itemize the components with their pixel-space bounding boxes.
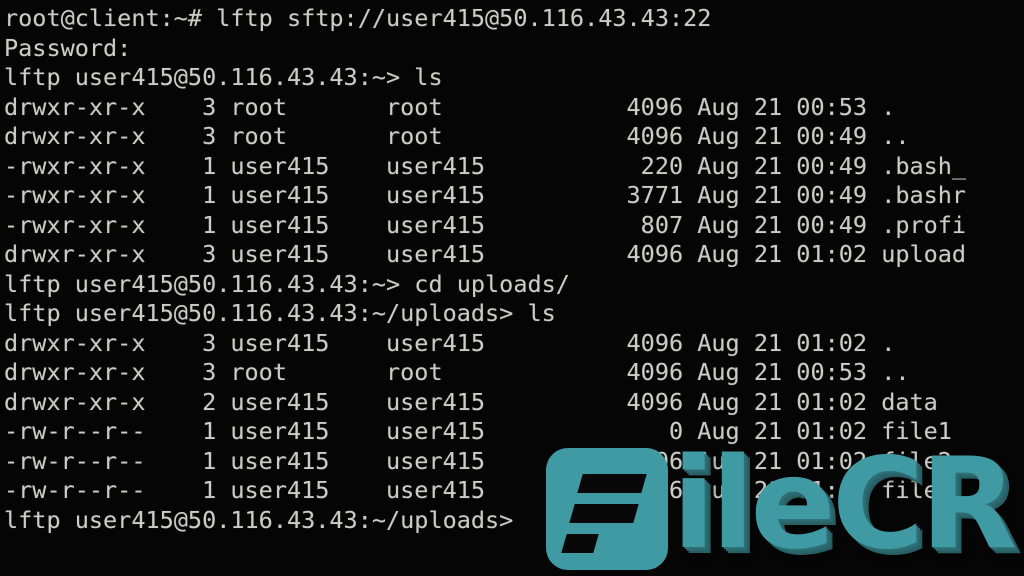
terminal-line: drwxr-xr-x 3 user415 user415 4096 Aug 21… — [4, 328, 896, 357]
terminal-line: -rw-r--r-- 1 user415 user415 4096 Aug 21… — [4, 476, 952, 504]
terminal-line: drwxr-xr-x 3 user415 user415 4096 Aug 21… — [4, 240, 967, 268]
terminal-window[interactable]: root@client:~# lftp sftp://user415@50.11… — [0, 0, 1024, 576]
terminal-line: -rwxr-xr-x 1 user415 user415 807 Aug 21 … — [4, 210, 967, 239]
terminal-prompt-line[interactable]: lftp user415@50.116.43.43:~/uploads> — [4, 506, 1024, 536]
terminal-line: -rw-r--r-- 1 user415 user415 4096 Aug 21… — [4, 446, 952, 475]
terminal-line: -rwxr-xr-x 1 user415 user415 3771 Aug 21… — [4, 181, 967, 209]
terminal-line: -rwxr-xr-x 1 user415 user415 220 Aug 21 … — [4, 151, 967, 180]
terminal-line: drwxr-xr-x 3 root root 4096 Aug 21 00:49… — [4, 122, 910, 150]
terminal-line: drwxr-xr-x 3 root root 4096 Aug 21 00:53… — [4, 92, 896, 121]
terminal-output[interactable]: root@client:~# lftp sftp://user415@50.11… — [0, 0, 1024, 576]
terminal-line: lftp user415@50.116.43.43:~> ls — [4, 63, 443, 91]
terminal-line: drwxr-xr-x 2 user415 user415 4096 Aug 21… — [4, 387, 938, 416]
terminal-line: -rw-r--r-- 1 user415 user415 0 Aug 21 01… — [4, 417, 952, 445]
terminal-line: root@client:~# lftp sftp://user415@50.11… — [4, 4, 712, 32]
terminal-line: drwxr-xr-x 3 root root 4096 Aug 21 00:53… — [4, 358, 910, 386]
terminal-line: lftp user415@50.116.43.43:~/uploads> ls — [4, 299, 556, 327]
terminal-line: lftp user415@50.116.43.43:~> cd uploads/ — [4, 269, 570, 298]
terminal-line: Password: — [4, 33, 132, 62]
